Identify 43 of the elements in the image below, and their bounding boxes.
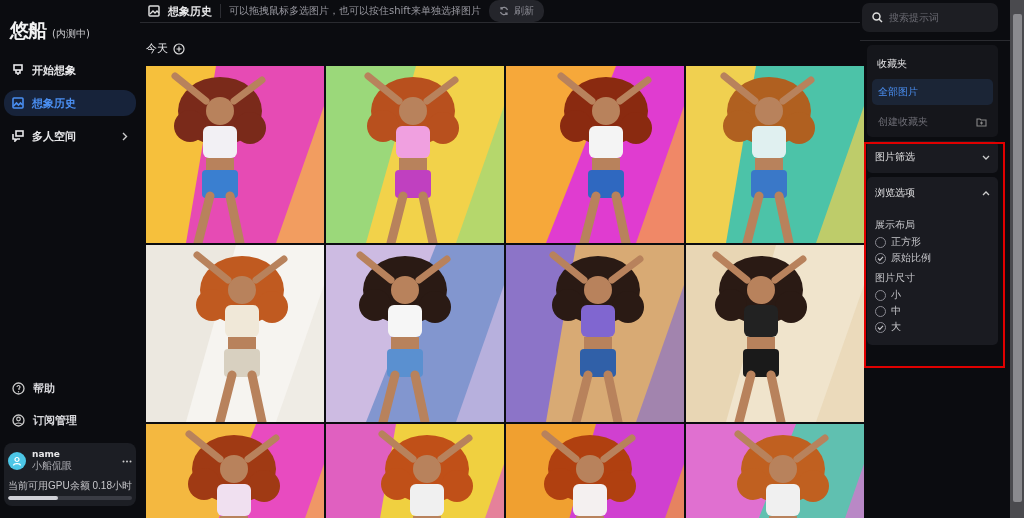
search-field[interactable]: 搜索提示词 [862,3,998,32]
folder-plus-icon[interactable] [976,117,987,127]
group-label: 展示布局 [875,219,916,232]
chat-bubbles-icon [12,130,24,142]
image-icon [148,5,160,17]
user-name: name [32,449,61,459]
scrollbar[interactable] [1010,0,1024,518]
option-label[interactable]: 中 [891,304,901,318]
option-label[interactable]: 正方形 [891,235,921,249]
user-icon [12,413,25,427]
option-label[interactable]: 小 [891,288,901,302]
sidebar-link[interactable]: 订阅管理 [4,407,136,433]
more-icon[interactable] [122,459,132,463]
sidebar-link[interactable]: 帮助 [4,375,136,401]
beta-label: (内测中) [52,27,90,41]
chevron-down-icon[interactable] [982,154,990,160]
refresh-button[interactable]: 刷新 [488,0,544,22]
option-label[interactable]: 原始比例 [891,251,931,265]
chevron-up-icon[interactable] [982,190,990,196]
group-label: 图片尺寸 [875,272,916,285]
image-icon [12,97,24,109]
panel-title[interactable]: 图片筛选 [875,150,915,164]
hint-text: 可以拖拽鼠标多选图片，也可以按住shift来单独选择图片 [229,4,481,18]
option-label[interactable]: 大 [891,320,901,334]
help-icon [12,381,25,395]
create-collection-link[interactable]: 创建收藏夹 [878,115,928,129]
quota-value: 0.18小时 [92,479,132,493]
panel-title: 收藏夹 [876,57,908,71]
brush-icon [12,64,24,76]
nav-item[interactable]: 想象历史 [4,90,136,116]
page-title: 想象历史 [168,3,212,19]
quota-label: 当前可用GPU余额 [8,479,90,493]
panel-title[interactable]: 浏览选项 [875,186,915,200]
logo: 悠船 [10,18,46,43]
add-icon[interactable] [173,42,185,55]
user-subtitle: 小船侃眼 [32,459,72,473]
search-icon [872,12,883,23]
nav-item[interactable]: 开始想象 [4,57,136,83]
collection-item[interactable]: 全部图片 [872,79,993,105]
date-label: 今天 [146,41,168,56]
nav-item[interactable]: 多人空间 [4,123,136,149]
refresh-icon [498,6,509,16]
avatar-icon [8,452,26,470]
